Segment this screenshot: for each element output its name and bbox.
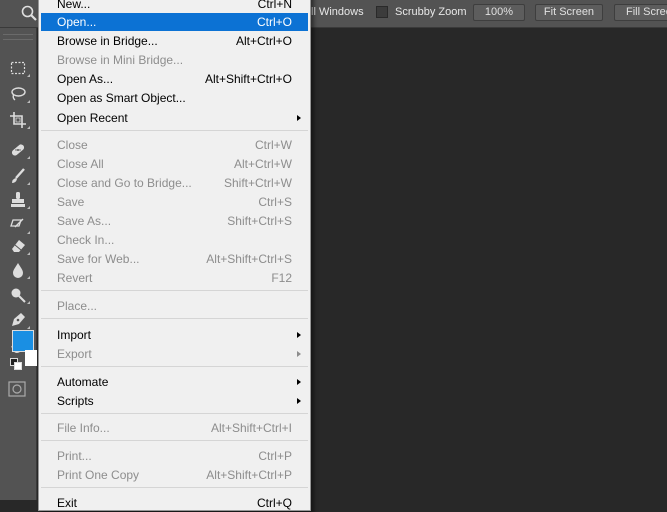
tools-panel <box>0 28 37 500</box>
menu-item-open-recent[interactable]: Open Recent <box>41 109 308 127</box>
crop-tool-icon[interactable] <box>6 110 30 130</box>
marquee-tool-icon[interactable] <box>6 58 30 78</box>
menu-item-close[interactable]: Close Ctrl+W <box>41 136 308 154</box>
dodge-tool-icon[interactable] <box>6 285 30 305</box>
lasso-tool-icon[interactable] <box>6 84 30 104</box>
menu-item-new[interactable]: New... Ctrl+N <box>41 0 308 13</box>
menu-separator <box>41 440 308 441</box>
submenu-arrow-icon <box>297 351 301 357</box>
menu-separator <box>41 318 308 319</box>
menu-item-scripts[interactable]: Scripts <box>41 392 308 410</box>
menu-item-open-as[interactable]: Open As... Alt+Shift+Ctrl+O <box>41 70 308 88</box>
submenu-arrow-icon <box>297 398 301 404</box>
menu-item-exit[interactable]: Exit Ctrl+Q <box>41 494 308 512</box>
menu-separator <box>41 413 308 414</box>
fill-screen-button[interactable]: Fill Scree <box>614 4 667 21</box>
menu-item-export[interactable]: Export <box>41 345 308 363</box>
healing-brush-tool-icon[interactable] <box>6 140 30 160</box>
menu-item-browse-in-mini-bridge[interactable]: Browse in Mini Bridge... <box>41 51 308 69</box>
menu-item-save-as[interactable]: Save As... Shift+Ctrl+S <box>41 212 308 230</box>
zoom-100-button[interactable]: 100% <box>473 4 525 21</box>
submenu-arrow-icon <box>297 332 301 338</box>
background-color-swatch[interactable] <box>25 350 37 366</box>
menu-item-place[interactable]: Place... <box>41 297 308 315</box>
default-colors-icon[interactable] <box>10 358 22 370</box>
file-menu-dropdown: New... Ctrl+N Open... Ctrl+O Browse in Bri… <box>38 0 311 511</box>
zoom-all-windows-label[interactable]: ll Windows <box>311 6 364 18</box>
menu-item-check-in[interactable]: Check In... <box>41 231 308 249</box>
submenu-arrow-icon <box>297 379 301 385</box>
foreground-color-swatch[interactable] <box>12 330 34 352</box>
zoom-tool-icon[interactable] <box>20 4 38 22</box>
menu-item-open-as-smart-object[interactable]: Open as Smart Object... <box>41 89 308 107</box>
menu-separator <box>41 366 308 367</box>
pen-tool-icon[interactable] <box>6 310 30 330</box>
menu-item-save-for-web[interactable]: Save for Web... Alt+Shift+Ctrl+S <box>41 250 308 268</box>
blur-tool-icon[interactable] <box>6 260 30 280</box>
scrubby-zoom-checkbox[interactable] <box>376 6 388 18</box>
panel-grip[interactable] <box>3 34 33 40</box>
menu-item-print-one-copy[interactable]: Print One Copy Alt+Shift+Ctrl+P <box>41 466 308 484</box>
menu-item-import[interactable]: Import <box>41 326 308 344</box>
scrubby-zoom-label: Scrubby Zoom <box>395 6 467 18</box>
history-brush-tool-icon[interactable] <box>6 215 30 235</box>
menu-item-automate[interactable]: Automate <box>41 373 308 391</box>
menu-item-print[interactable]: Print... Ctrl+P <box>41 447 308 465</box>
submenu-arrow-icon <box>297 115 301 121</box>
menu-separator <box>41 487 308 488</box>
menu-item-close-and-go-to-bridge[interactable]: Close and Go to Bridge... Shift+Ctrl+W <box>41 174 308 192</box>
quick-mask-icon[interactable] <box>8 381 26 397</box>
brush-tool-icon[interactable] <box>6 166 30 186</box>
eraser-tool-icon[interactable] <box>6 236 30 256</box>
menu-item-save[interactable]: Save Ctrl+S <box>41 193 308 211</box>
menu-item-file-info[interactable]: File Info... Alt+Shift+Ctrl+I <box>41 419 308 437</box>
menu-item-close-all[interactable]: Close All Alt+Ctrl+W <box>41 155 308 173</box>
menu-separator <box>41 130 308 131</box>
clone-stamp-tool-icon[interactable] <box>6 190 30 210</box>
fit-screen-button[interactable]: Fit Screen <box>535 4 603 21</box>
menu-item-browse-in-bridge[interactable]: Browse in Bridge... Alt+Ctrl+O <box>41 32 308 50</box>
menu-separator <box>41 290 308 291</box>
menu-item-revert[interactable]: Revert F12 <box>41 269 308 287</box>
menu-item-open[interactable]: Open... Ctrl+O <box>41 13 308 31</box>
